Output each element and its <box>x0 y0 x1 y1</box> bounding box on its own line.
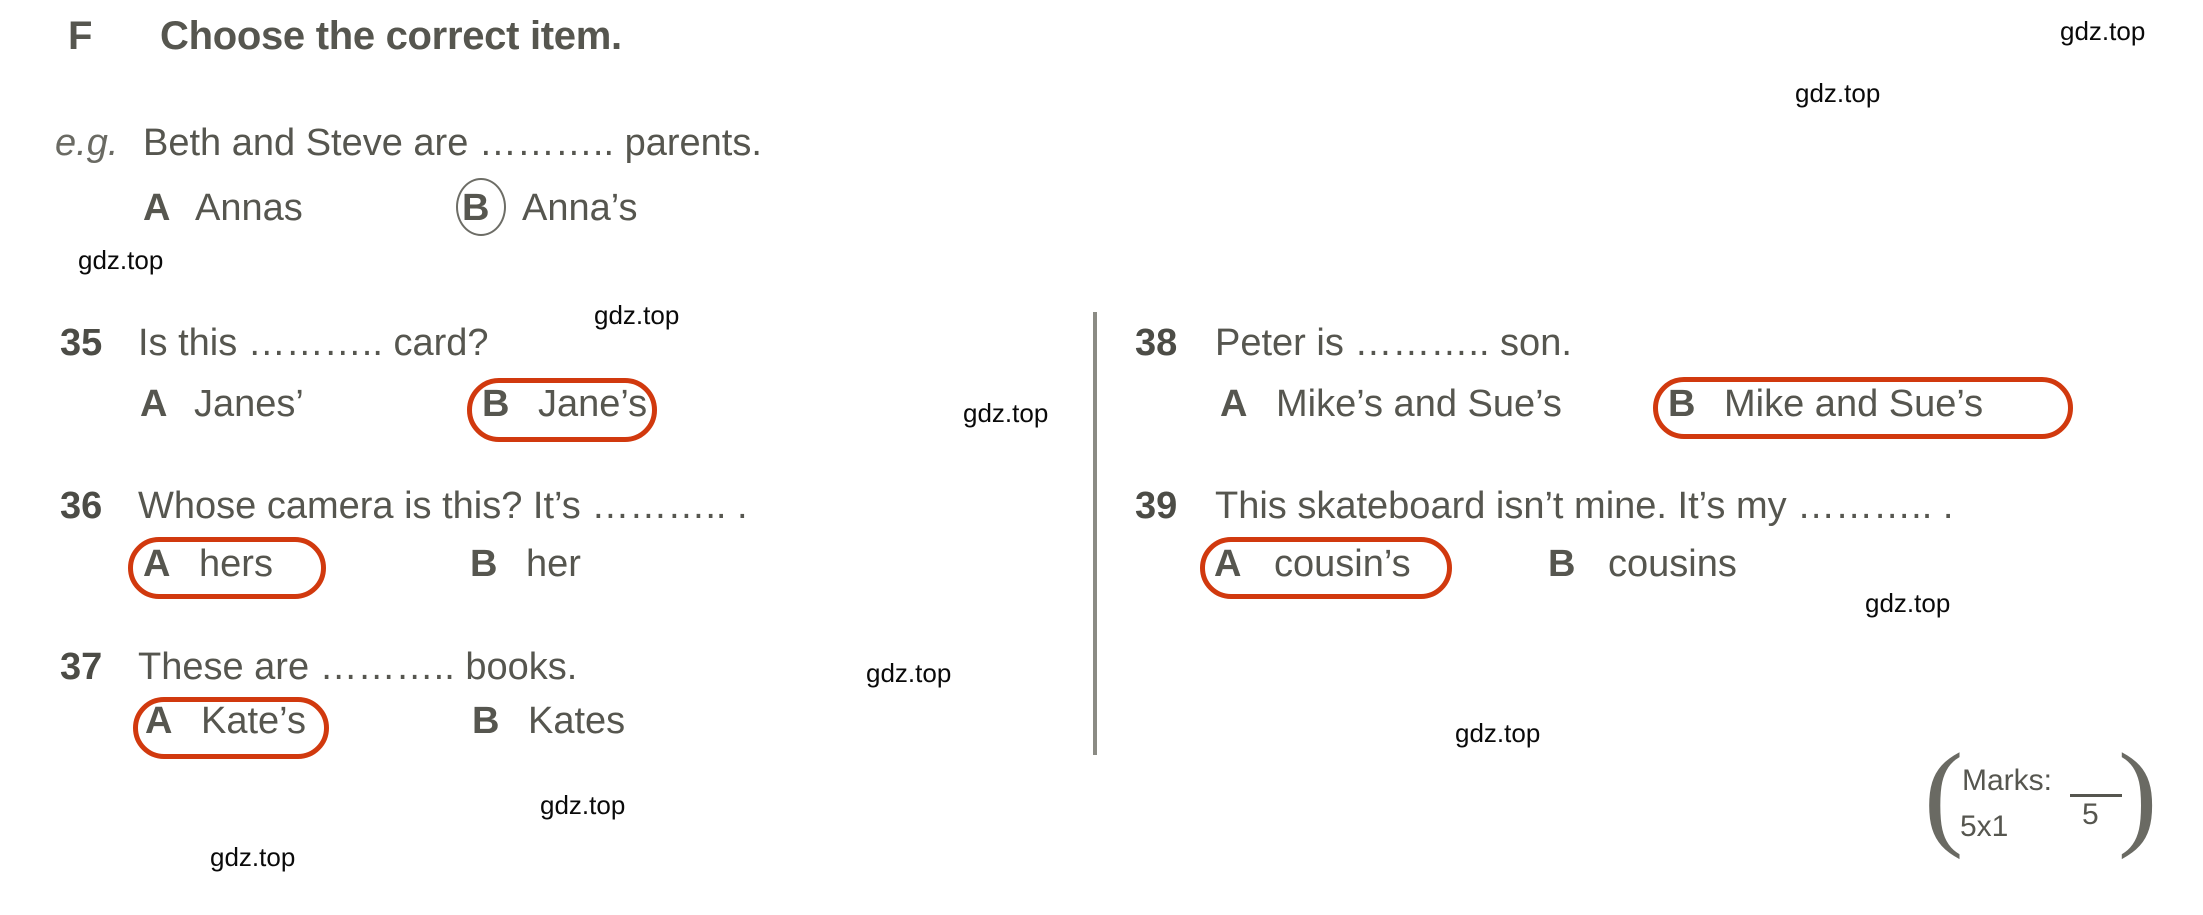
watermark-gdz-top: gdz.top <box>1455 718 1541 748</box>
watermark-gdz-top: gdz.top <box>2060 16 2146 46</box>
question-39-text: This skateboard isn’t mine. It’s my ……….… <box>1215 485 1954 527</box>
exercise-letter: F <box>68 14 93 58</box>
question-35-option-b[interactable]: B Jane’s <box>482 383 647 426</box>
question-39-option-a[interactable]: A cousin’s <box>1214 543 1411 586</box>
question-37-text: These are ……….. books. <box>138 646 578 688</box>
example-option-a[interactable]: A Annas <box>143 187 303 230</box>
marks-paren-right-icon: ) <box>2118 729 2158 860</box>
question-39-option-b-letter: B <box>1548 543 1576 585</box>
question-38-text: Peter is ……….. son. <box>1215 322 1572 364</box>
question-37-option-a-text: Kate’s <box>201 700 306 742</box>
question-35-option-b-text: Jane’s <box>538 383 648 425</box>
question-38-option-a-letter: A <box>1220 383 1248 425</box>
question-38-option-b[interactable]: B Mike and Sue’s <box>1668 383 1983 426</box>
question-37-option-a-letter: A <box>145 700 173 742</box>
question-37-option-b-text: Kates <box>528 700 626 742</box>
question-36-option-a[interactable]: A hers <box>143 543 273 586</box>
question-36-option-b-text: her <box>526 543 581 585</box>
watermark-gdz-top: gdz.top <box>1795 78 1881 108</box>
question-38-option-b-letter: B <box>1668 383 1696 425</box>
example-option-a-text: Annas <box>195 187 303 229</box>
marks-score-rule <box>2070 794 2122 797</box>
question-37-option-a[interactable]: A Kate’s <box>145 700 306 743</box>
worksheet-page: F Choose the correct item. e.g. Beth and… <box>0 0 2203 915</box>
example-option-a-letter: A <box>143 187 171 229</box>
question-36-option-a-text: hers <box>199 543 273 585</box>
question-38-number: 38 <box>1135 322 1178 364</box>
watermark-gdz-top: gdz.top <box>210 842 296 872</box>
marks-label: Marks: <box>1962 764 2052 797</box>
question-39-option-a-text: cousin’s <box>1274 543 1411 585</box>
watermark-gdz-top: gdz.top <box>78 245 164 275</box>
question-35-option-a[interactable]: A Janes’ <box>140 383 304 426</box>
question-36-option-b[interactable]: B her <box>470 543 581 586</box>
question-39-option-b[interactable]: B cousins <box>1548 543 1737 586</box>
question-39-option-b-text: cousins <box>1608 543 1737 585</box>
example-option-b[interactable]: B Anna’s <box>462 187 638 230</box>
question-36-option-a-letter: A <box>143 543 171 585</box>
watermark-gdz-top: gdz.top <box>540 790 626 820</box>
question-35-option-a-text: Janes’ <box>194 383 304 425</box>
marks-box: ( ) Marks: 5 5x1 <box>1924 736 2157 878</box>
marks-total: 5 <box>2082 798 2099 831</box>
example-option-b-text: Anna’s <box>522 187 638 229</box>
question-38-option-a-text: Mike’s and Sue’s <box>1276 383 1562 425</box>
question-37-option-b[interactable]: B Kates <box>472 700 625 743</box>
question-35-text: Is this ……….. card? <box>138 322 489 364</box>
question-35-option-b-letter: B <box>482 383 510 425</box>
question-38-option-a[interactable]: A Mike’s and Sue’s <box>1220 383 1562 426</box>
watermark-gdz-top: gdz.top <box>963 398 1049 428</box>
example-option-b-letter: B <box>462 187 490 229</box>
page-title: Choose the correct item. <box>160 14 622 58</box>
question-39-number: 39 <box>1135 485 1178 527</box>
example-sentence: Beth and Steve are ……….. parents. <box>143 122 762 164</box>
marks-paren-left-icon: ( <box>1924 729 1964 860</box>
question-35-number: 35 <box>60 322 103 364</box>
example-label: e.g. <box>55 122 119 164</box>
question-36-text: Whose camera is this? It’s ……….. . <box>138 485 748 527</box>
question-37-option-b-letter: B <box>472 700 500 742</box>
question-35-option-a-letter: A <box>140 383 168 425</box>
watermark-gdz-top: gdz.top <box>1865 588 1951 618</box>
question-39-option-a-letter: A <box>1214 543 1242 585</box>
question-38-option-b-text: Mike and Sue’s <box>1724 383 1984 425</box>
question-36-option-b-letter: B <box>470 543 498 585</box>
column-divider <box>1093 312 1097 755</box>
marks-weight: 5x1 <box>1960 810 2009 843</box>
question-36-number: 36 <box>60 485 103 527</box>
question-37-number: 37 <box>60 646 103 688</box>
watermark-gdz-top: gdz.top <box>866 658 952 688</box>
watermark-gdz-top: gdz.top <box>594 300 680 330</box>
